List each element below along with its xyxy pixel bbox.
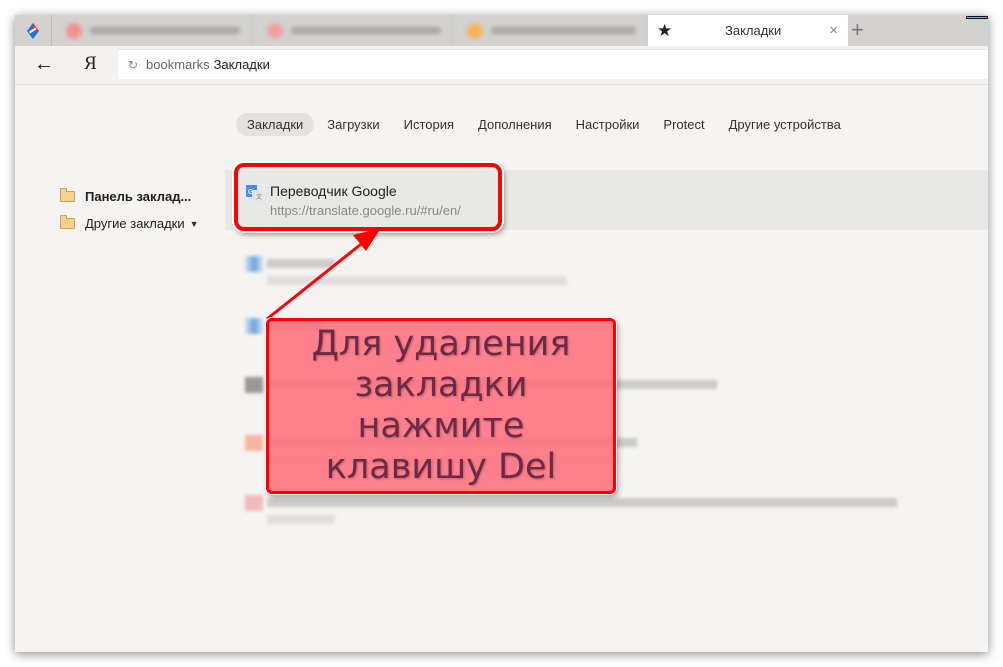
nav-bookmarks[interactable]: Закладки bbox=[236, 113, 315, 136]
bookmark-favicon-icon bbox=[245, 256, 263, 272]
callout-text: Для удаления закладки нажмите клавишу De… bbox=[311, 324, 571, 487]
nav-protect[interactable]: Protect bbox=[652, 113, 715, 136]
window-indicator bbox=[966, 16, 988, 19]
tab-favicon-icon bbox=[267, 22, 283, 39]
redacted-url bbox=[267, 515, 335, 524]
yandex-home-button[interactable]: Я bbox=[84, 54, 97, 74]
tab-bookmarks[interactable]: ★ Закладки × bbox=[648, 15, 848, 46]
redacted-title bbox=[267, 259, 335, 268]
address-bar[interactable]: ↻ bookmarks Закладки bbox=[118, 49, 988, 79]
caret-down-icon[interactable]: ▼ bbox=[190, 219, 199, 229]
tab-strip: ★ Закладки × + bbox=[15, 15, 988, 46]
tab-title-redacted bbox=[291, 27, 441, 34]
instruction-callout: Для удаления закладки нажмите клавишу De… bbox=[266, 318, 616, 494]
bookmark-folders: Панель заклад... Другие закладки ▼ bbox=[60, 183, 199, 237]
page-navigation: Закладки Загрузки История Дополнения Нас… bbox=[236, 113, 854, 136]
nav-extensions[interactable]: Дополнения bbox=[467, 113, 563, 136]
new-tab-button[interactable]: + bbox=[851, 17, 864, 43]
navigation-bar: ← Я ↻ bookmarks Закладки bbox=[15, 46, 988, 85]
bookmark-favicon-icon bbox=[245, 318, 263, 334]
close-tab-icon[interactable]: × bbox=[829, 22, 838, 39]
nav-downloads[interactable]: Загрузки bbox=[316, 113, 390, 136]
back-button[interactable]: ← bbox=[34, 54, 54, 74]
bookmark-favicon-icon bbox=[245, 495, 263, 511]
folder-label: Панель заклад... bbox=[85, 189, 192, 204]
tab-title: Закладки bbox=[724, 23, 782, 38]
tab-title-redacted bbox=[90, 27, 240, 34]
bookmark-favicon-icon bbox=[245, 377, 263, 393]
tab-favicon-icon bbox=[467, 22, 483, 39]
tab-blurred-3[interactable] bbox=[453, 15, 648, 46]
tab-title-redacted bbox=[491, 27, 636, 34]
redacted-title bbox=[267, 498, 897, 507]
address-page-title: Закладки bbox=[213, 57, 270, 72]
star-icon: ★ bbox=[657, 20, 673, 40]
reload-icon[interactable]: ↻ bbox=[128, 58, 144, 72]
tab-blurred-2[interactable] bbox=[253, 15, 453, 46]
redacted-url bbox=[267, 276, 567, 285]
nav-settings[interactable]: Настройки bbox=[565, 113, 651, 136]
browser-window: ★ Закладки × + ← Я ↻ bookmarks Закладки … bbox=[15, 15, 988, 652]
folder-bookmarks-bar[interactable]: Панель заклад... bbox=[60, 183, 199, 210]
folder-label: Другие закладки bbox=[85, 216, 185, 231]
highlight-frame bbox=[234, 163, 502, 231]
nav-history[interactable]: История bbox=[393, 113, 465, 136]
folder-icon bbox=[60, 188, 75, 202]
address-scheme: bookmarks bbox=[146, 57, 210, 72]
folder-icon bbox=[60, 215, 75, 229]
bookmark-favicon-icon bbox=[245, 435, 263, 451]
nav-other-devices[interactable]: Другие устройства bbox=[718, 113, 852, 136]
tab-favicon-icon bbox=[66, 22, 82, 39]
browser-logo-icon[interactable] bbox=[15, 15, 52, 46]
folder-other-bookmarks[interactable]: Другие закладки ▼ bbox=[60, 210, 199, 237]
tab-blurred-1[interactable] bbox=[52, 15, 253, 46]
